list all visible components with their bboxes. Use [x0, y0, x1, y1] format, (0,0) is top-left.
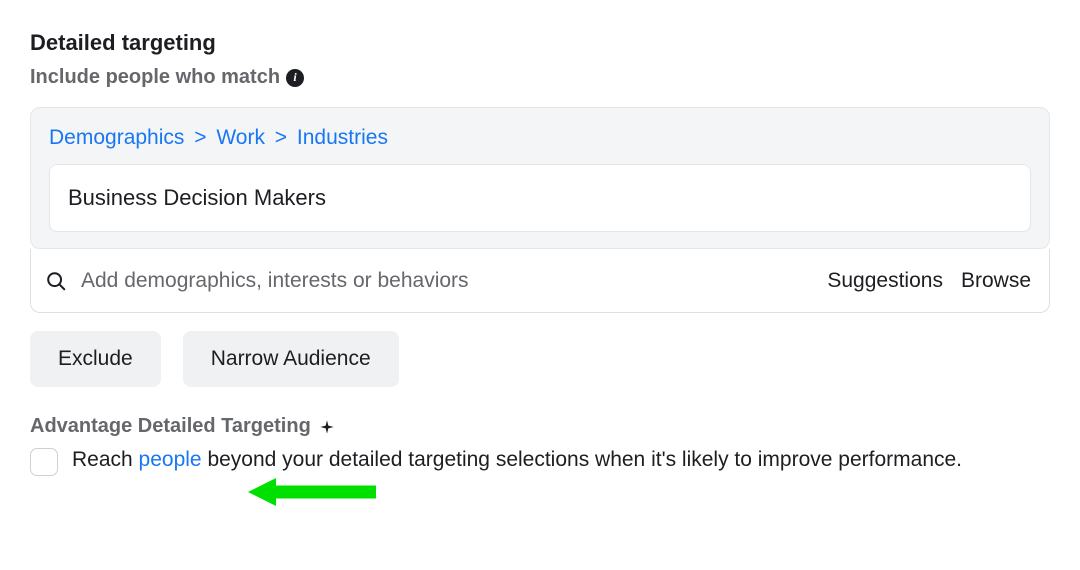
breadcrumb-work[interactable]: Work [216, 126, 265, 149]
narrow-audience-button[interactable]: Narrow Audience [183, 331, 399, 387]
advantage-checkbox-row: Reach people beyond your detailed target… [30, 444, 1050, 476]
breadcrumb-separator: > [269, 126, 293, 149]
search-input[interactable] [81, 269, 827, 293]
detailed-targeting-section: Detailed targeting Include people who ma… [30, 30, 1050, 476]
exclude-button[interactable]: Exclude [30, 331, 161, 387]
advantage-header: Advantage Detailed Targeting [30, 415, 1050, 438]
search-icon [45, 270, 67, 292]
browse-link[interactable]: Browse [961, 269, 1031, 293]
breadcrumb-demographics[interactable]: Demographics [49, 126, 184, 149]
subtitle-row: Include people who match i [30, 66, 1050, 89]
advantage-label: Advantage Detailed Targeting [30, 415, 311, 438]
search-row: Suggestions Browse [30, 249, 1050, 313]
advantage-text-suffix: beyond your detailed targeting selection… [202, 448, 962, 471]
action-buttons: Exclude Narrow Audience [30, 331, 1050, 387]
sparkle-icon [319, 419, 335, 435]
breadcrumb-industries[interactable]: Industries [297, 126, 388, 149]
section-subtitle: Include people who match [30, 66, 280, 89]
suggestions-link[interactable]: Suggestions [827, 269, 943, 293]
targeting-card: Demographics > Work > Industries Busines… [30, 107, 1050, 249]
search-links: Suggestions Browse [827, 269, 1031, 293]
annotation-arrow-icon [248, 476, 378, 508]
breadcrumb-separator: > [188, 126, 212, 149]
selected-targeting-item[interactable]: Business Decision Makers [49, 164, 1031, 232]
info-icon[interactable]: i [286, 69, 304, 87]
advantage-description: Reach people beyond your detailed target… [72, 444, 962, 476]
advantage-checkbox[interactable] [30, 448, 58, 476]
section-title: Detailed targeting [30, 30, 1050, 56]
advantage-text-prefix: Reach [72, 448, 139, 471]
selected-targeting-label: Business Decision Makers [68, 185, 326, 210]
advantage-people-link[interactable]: people [139, 448, 202, 471]
breadcrumb: Demographics > Work > Industries [49, 126, 1031, 150]
